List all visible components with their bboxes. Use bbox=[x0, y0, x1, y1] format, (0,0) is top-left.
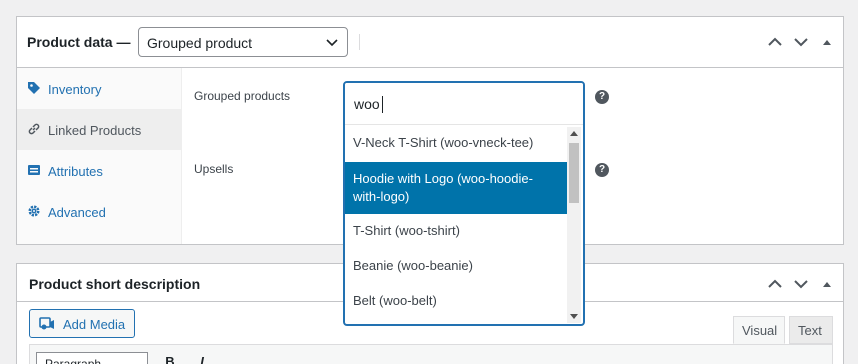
move-down-button[interactable] bbox=[793, 34, 809, 50]
product-search-input[interactable] bbox=[345, 83, 583, 125]
chevron-down-icon bbox=[794, 38, 808, 47]
panel-controls bbox=[767, 34, 835, 50]
tag-icon bbox=[28, 82, 40, 94]
align-center-icon[interactable] bbox=[352, 354, 372, 364]
tab-inventory-label: Inventory bbox=[48, 82, 102, 97]
triangle-up-icon bbox=[823, 40, 831, 45]
move-up-button[interactable] bbox=[767, 276, 783, 292]
product-search-dropdown: V-Neck T-Shirt (woo-vneck-tee) Hoodie wi… bbox=[343, 81, 585, 326]
header-separator bbox=[359, 34, 360, 50]
tab-advanced[interactable]: Advanced bbox=[17, 191, 182, 232]
fullscreen-icon[interactable] bbox=[480, 354, 500, 364]
gear-icon bbox=[28, 205, 40, 217]
numbered-list-icon[interactable] bbox=[256, 354, 276, 364]
tab-attributes[interactable]: Attributes bbox=[17, 150, 182, 191]
chevron-up-icon bbox=[768, 279, 782, 288]
chevron-up-icon bbox=[768, 37, 782, 46]
link-icon bbox=[28, 123, 40, 135]
short-description-title: Product short description bbox=[29, 276, 201, 292]
bullet-list-icon[interactable] bbox=[224, 354, 244, 364]
editor-toolbar: Paragraph B I bbox=[29, 344, 833, 364]
help-icon[interactable]: ? bbox=[595, 163, 609, 177]
tab-linked-products-label: Linked Products bbox=[48, 123, 142, 138]
align-right-icon[interactable] bbox=[384, 354, 404, 364]
list-icon bbox=[28, 165, 40, 175]
add-media-button[interactable]: Add Media bbox=[29, 309, 135, 338]
scroll-down-arrow-icon[interactable] bbox=[570, 314, 578, 319]
link-icon[interactable] bbox=[416, 354, 436, 364]
triangle-up-icon bbox=[823, 282, 831, 287]
read-more-icon[interactable] bbox=[448, 354, 468, 364]
search-result-option[interactable]: V-Neck T-Shirt (woo-vneck-tee) bbox=[345, 134, 567, 152]
bold-button[interactable]: B bbox=[160, 354, 180, 364]
search-result-option[interactable]: Belt (woo-belt) bbox=[345, 292, 567, 310]
results-scrollbar[interactable] bbox=[567, 127, 581, 323]
search-result-option-highlighted[interactable]: Hoodie with Logo (woo-hoodie-with-logo) bbox=[345, 162, 567, 214]
format-select[interactable]: Paragraph bbox=[36, 352, 148, 364]
chevron-down-icon bbox=[326, 39, 338, 47]
product-data-tabs: Inventory Linked Products Attributes Adv… bbox=[17, 68, 182, 244]
move-down-button[interactable] bbox=[793, 276, 809, 292]
search-result-option[interactable]: Beanie (woo-beanie) bbox=[345, 257, 567, 275]
scrollbar-thumb[interactable] bbox=[569, 143, 579, 203]
chevron-down-icon bbox=[794, 280, 808, 289]
tab-advanced-label: Advanced bbox=[48, 205, 106, 220]
tab-text[interactable]: Text bbox=[789, 316, 833, 344]
quote-icon[interactable] bbox=[288, 354, 308, 364]
add-media-label: Add Media bbox=[63, 317, 126, 332]
help-icon[interactable]: ? bbox=[595, 90, 609, 104]
tab-linked-products[interactable]: Linked Products bbox=[17, 109, 182, 150]
toggle-panel-button[interactable] bbox=[819, 276, 835, 292]
toggle-panel-button[interactable] bbox=[819, 34, 835, 50]
italic-button[interactable]: I bbox=[192, 354, 212, 364]
upsells-label: Upsells bbox=[194, 162, 234, 176]
tab-visual[interactable]: Visual bbox=[733, 316, 785, 344]
toolbar-buttons: B I bbox=[160, 354, 532, 364]
scroll-up-arrow-icon[interactable] bbox=[570, 131, 578, 136]
media-icon bbox=[39, 317, 54, 330]
product-data-header: Product data — Grouped product bbox=[17, 17, 843, 68]
search-result-option[interactable]: T-Shirt (woo-tshirt) bbox=[345, 222, 567, 240]
tab-inventory[interactable]: Inventory bbox=[17, 68, 182, 109]
text-caret bbox=[382, 96, 383, 113]
tab-attributes-label: Attributes bbox=[48, 164, 103, 179]
panel-controls bbox=[767, 276, 835, 292]
align-left-icon[interactable] bbox=[320, 354, 340, 364]
move-up-button[interactable] bbox=[767, 34, 783, 50]
product-type-value: Grouped product bbox=[147, 35, 253, 51]
product-data-title: Product data — bbox=[27, 34, 131, 50]
product-type-select[interactable]: Grouped product bbox=[138, 27, 348, 57]
keyboard-icon[interactable] bbox=[512, 354, 532, 364]
grouped-products-label: Grouped products bbox=[194, 89, 291, 103]
